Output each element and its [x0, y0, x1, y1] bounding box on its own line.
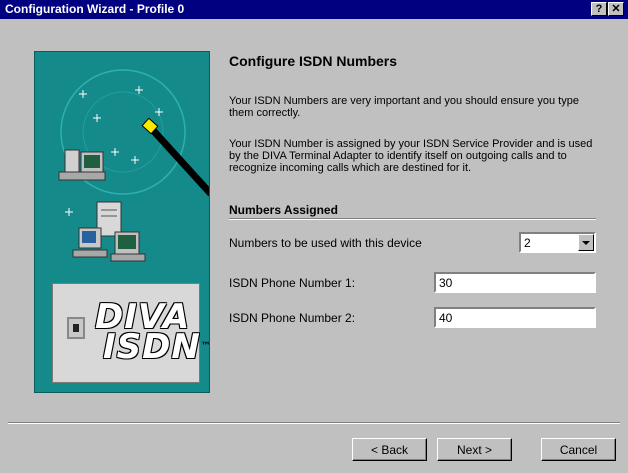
magic-wand-icon — [141, 117, 209, 197]
numbers-assigned-heading: Numbers Assigned — [229, 203, 338, 217]
numbers-count-label: Numbers to be used with this device — [229, 236, 422, 250]
wizard-image-panel: DIVA ISDN™ — [34, 51, 210, 393]
window-title: Configuration Wizard - Profile 0 — [5, 2, 185, 16]
numbers-count-select[interactable]: 2 — [519, 232, 596, 253]
logo-line2-text: ISDN — [103, 327, 201, 367]
logo-line2: ISDN™ — [95, 330, 209, 364]
section-divider — [229, 218, 596, 220]
help-button[interactable]: ? — [591, 2, 607, 16]
footer-divider — [8, 422, 620, 424]
cancel-button-label: Cancel — [559, 442, 598, 457]
back-button-label: < Back — [370, 442, 409, 457]
numbers-count-value: 2 — [524, 236, 531, 250]
next-button[interactable]: Next > — [437, 438, 512, 461]
trademark-symbol: ™ — [201, 341, 209, 352]
diva-logo: DIVA ISDN™ — [52, 283, 209, 383]
sparkle-icon — [65, 86, 163, 216]
back-button[interactable]: < Back — [352, 438, 427, 461]
close-button[interactable]: ✕ — [608, 2, 624, 16]
phone2-label: ISDN Phone Number 2: — [229, 311, 356, 325]
wizard-window: Configuration Wizard - Profile 0 ? ✕ DIV… — [0, 0, 628, 473]
phone1-input[interactable] — [434, 272, 596, 293]
isdn-port-icon — [67, 317, 85, 339]
logo-text: DIVA ISDN™ — [95, 300, 209, 364]
network-computers-icon — [72, 201, 146, 262]
phone1-label: ISDN Phone Number 1: — [229, 276, 356, 290]
page-title: Configure ISDN Numbers — [229, 53, 398, 69]
computer-icon — [58, 149, 106, 181]
cancel-button[interactable]: Cancel — [541, 438, 616, 461]
dropdown-arrow-icon[interactable] — [578, 234, 594, 251]
description-paragraph: Your ISDN Number is assigned by your ISD… — [229, 138, 593, 174]
phone2-input[interactable] — [434, 307, 596, 328]
next-button-label: Next > — [456, 442, 492, 457]
title-bar: Configuration Wizard - Profile 0 ? ✕ — [0, 0, 628, 19]
intro-paragraph: Your ISDN Numbers are very important and… — [229, 95, 579, 119]
